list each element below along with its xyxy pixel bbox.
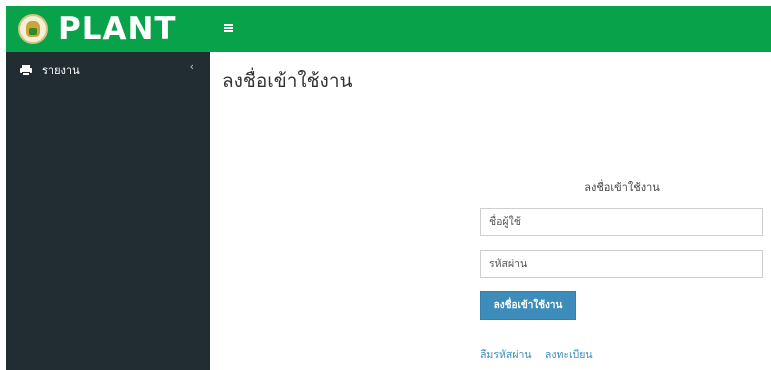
logo-emblem-icon <box>18 14 48 44</box>
sidebar-item-report[interactable]: รายงาน ‹ <box>6 52 210 88</box>
login-box: ลงชื่อเข้าใช้งาน ชื่อผู้ใช้ รหัสผ่าน ลงช… <box>480 170 764 361</box>
register-link[interactable]: ลงทะเบียน <box>545 349 593 361</box>
printer-icon <box>20 64 32 76</box>
sidebar: รายงาน ‹ <box>6 52 210 370</box>
chevron-left-icon: ‹ <box>189 60 194 73</box>
app-window: PLANT รายงาน ‹ ลงชื่อเข้าใช้งาน ลงชื่อเข… <box>0 0 771 370</box>
hamburger-icon[interactable] <box>224 24 233 32</box>
login-links: ลืมรหัสผ่าน ลงทะเบียน <box>480 346 593 363</box>
login-box-heading: ลงชื่อเข้าใช้งาน <box>584 181 660 194</box>
login-button[interactable]: ลงชื่อเข้าใช้งาน <box>480 291 576 320</box>
password-input[interactable]: รหัสผ่าน <box>480 250 763 278</box>
username-input[interactable]: ชื่อผู้ใช้ <box>480 208 763 236</box>
sidebar-item-label: รายงาน <box>42 64 80 77</box>
brand-title: PLANT <box>58 10 177 47</box>
brand-header[interactable]: PLANT <box>6 6 210 52</box>
forgot-password-link[interactable]: ลืมรหัสผ่าน <box>480 349 532 361</box>
top-navbar <box>210 6 771 52</box>
page-title: ลงชื่อเข้าใช้งาน <box>222 70 353 92</box>
